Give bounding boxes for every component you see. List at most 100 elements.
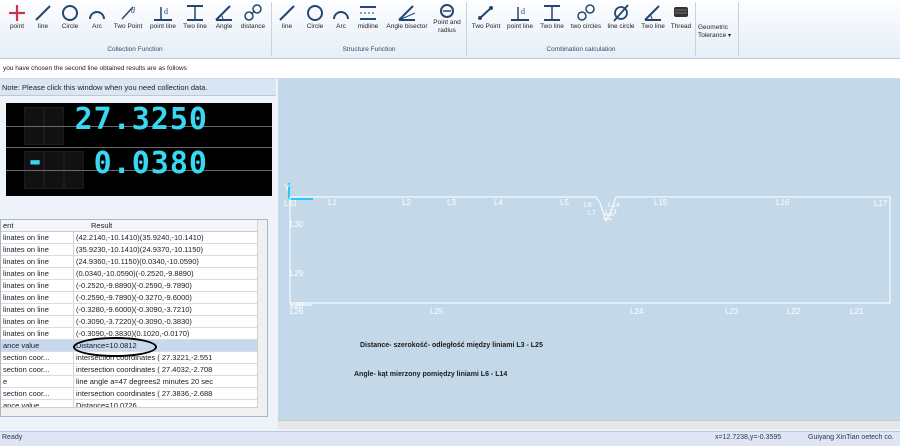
canvas-horizontal-scrollbar[interactable]: [278, 420, 900, 429]
drawing-canvas[interactable]: Y L31 L1 L2 L3 L4 L5 L6 L14 L7 L13 L15 L…: [278, 79, 900, 429]
structure-point-radius-button[interactable]: Point and radius: [431, 0, 463, 46]
structure-circle-button[interactable]: Circle: [301, 0, 329, 46]
table-row[interactable]: linates on line (24.9360,-10.1150)(0.0340…: [1, 256, 258, 268]
two-circles-icon: [577, 4, 595, 21]
collection-note-bar[interactable]: Note: Please click this window when you …: [0, 79, 276, 96]
digital-readout[interactable]: 27.3250 - 0.0380: [6, 103, 272, 196]
table-row[interactable]: section coor... intersection coordinates …: [1, 364, 258, 376]
structure-midline-button[interactable]: midline: [353, 0, 383, 46]
results-table: ent Result linates on line (42.2140,-10.1…: [0, 219, 268, 417]
point-radius-icon: [440, 4, 454, 18]
arc-icon: [333, 11, 349, 20]
collect-arc-button[interactable]: Arc: [85, 0, 109, 46]
two-line-angle-icon: [644, 5, 661, 21]
line-icon: [279, 5, 295, 21]
midline-icon: [360, 6, 376, 20]
angle-bisector-icon: [398, 5, 416, 21]
label-L7: L7: [588, 210, 596, 217]
label-L15: L15: [654, 198, 668, 207]
label-L1: L1: [328, 198, 337, 207]
two-line-icon: [187, 5, 203, 21]
arc-icon: [89, 11, 105, 20]
angle-annotation: Angle- kąt mierzony pomiędzy liniami L6 …: [354, 371, 508, 378]
combo-two-line-angle-button[interactable]: Two line: [638, 0, 668, 46]
table-row[interactable]: linates on line (0.0340,-10.0590)(-0.2520…: [1, 268, 258, 280]
highlight-ellipse: [73, 337, 157, 357]
label-L25: L25: [430, 307, 444, 316]
combo-thread-button[interactable]: Thread: [669, 0, 693, 46]
table-row[interactable]: linates on line (-0.3280,-9.6000)(-0.3090…: [1, 304, 258, 316]
label-L14: L14: [608, 202, 620, 209]
column-header-result[interactable]: Result: [91, 221, 112, 230]
column-header-element[interactable]: ent: [3, 221, 13, 230]
collect-two-point-button[interactable]: d Two Point: [110, 0, 146, 46]
combo-line-circle-button[interactable]: line circle: [605, 0, 637, 46]
distance-annotation: Distance- szerokość- odległość między li…: [360, 342, 543, 349]
svg-text:d: d: [164, 7, 168, 16]
table-vertical-scrollbar[interactable]: [257, 220, 267, 416]
table-header: ent Result: [1, 220, 267, 232]
circle-icon: [62, 5, 78, 21]
label-L29: L29: [290, 269, 304, 278]
label-L17: L17: [874, 199, 888, 208]
point-line-icon: d: [154, 7, 172, 21]
label-L3: L3: [447, 198, 456, 207]
structure-arc-button[interactable]: Arc: [330, 0, 352, 46]
line-circle-icon: [613, 4, 629, 22]
label-L6: L6: [584, 202, 592, 209]
table-row[interactable]: linates on line (-0.2520,-9.8890)(-0.2590…: [1, 280, 258, 292]
collect-two-line-button[interactable]: Two line: [180, 0, 210, 46]
point-icon: [9, 5, 25, 21]
result-message: you have chosen the second line obtained…: [3, 65, 187, 72]
table-row[interactable]: linates on line (42.2140,-10.1410)(35.924…: [1, 232, 258, 244]
table-row[interactable]: e line angle a=47 degrees2 minutes 20 sec: [1, 376, 258, 388]
structure-group-label: Structure Function: [342, 46, 396, 53]
distance-icon: [244, 4, 262, 21]
label-L31: L31: [284, 199, 298, 208]
structure-line-button[interactable]: line: [275, 0, 299, 46]
ribbon-divider: [738, 2, 739, 56]
structure-angle-bisector-button[interactable]: Angle bisector: [384, 0, 430, 46]
ribbon-divider: [695, 2, 696, 56]
label-L16: L16: [776, 198, 790, 207]
two-line-icon: [544, 5, 560, 21]
message-bar: you have chosen the second line obtained…: [0, 59, 900, 79]
status-bar: Ready x=12.7238,y=-0.3595 Guiyang XinTia…: [0, 431, 900, 446]
table-row[interactable]: section coor... intersection coordinates …: [1, 388, 258, 400]
thread-icon: [674, 7, 688, 17]
label-L30: L30: [290, 220, 304, 229]
cursor-coordinates: x=12.7238,y=-0.3595: [715, 434, 782, 441]
collect-angle-button[interactable]: Angle: [211, 0, 237, 46]
combo-two-circles-button[interactable]: two circles: [568, 0, 604, 46]
table-row[interactable]: linates on line (-0.2590,-9.7890)(-0.3270…: [1, 292, 258, 304]
label-L2: L2: [402, 198, 411, 207]
combo-point-line-button[interactable]: d point line: [504, 0, 536, 46]
table-row[interactable]: linates on line (35.9230,-10.1410)(24.937…: [1, 244, 258, 256]
collection-group-label: Collection Function: [107, 46, 163, 53]
table-horizontal-scrollbar[interactable]: [1, 407, 258, 416]
point-line-icon: d: [511, 7, 529, 21]
svg-text:d: d: [131, 6, 136, 15]
collect-line-button[interactable]: line: [31, 0, 55, 46]
label-L23: L23: [725, 307, 739, 316]
ribbon-toolbar: point line Circle Arc d Two Point d poin…: [0, 0, 900, 59]
combo-two-point-button[interactable]: Two Point: [469, 0, 503, 46]
collect-point-button[interactable]: point: [4, 0, 30, 46]
collect-circle-button[interactable]: Circle: [56, 0, 84, 46]
two-point-icon: d: [121, 6, 136, 20]
angle-icon: [215, 5, 232, 21]
profile-drawing: Y: [284, 183, 891, 306]
ribbon-divider: [466, 2, 467, 56]
label-L24: L24: [630, 307, 644, 316]
collect-point-line-button[interactable]: d point line: [147, 0, 179, 46]
label-L13: L13: [605, 209, 617, 216]
readout-x-value: 27.3250: [74, 103, 208, 137]
svg-text:d: d: [521, 7, 525, 16]
collect-distance-button[interactable]: distance: [238, 0, 268, 46]
status-ready: Ready: [2, 434, 23, 441]
combination-group-label: Combination calculation: [546, 46, 616, 53]
combo-two-line-button[interactable]: Two line: [537, 0, 567, 46]
company-name: Guiyang XinTian oetech co.: [808, 434, 894, 441]
table-row[interactable]: linates on line (-0.3090,-3.7220)(-0.3090…: [1, 316, 258, 328]
circle-icon: [307, 5, 323, 21]
